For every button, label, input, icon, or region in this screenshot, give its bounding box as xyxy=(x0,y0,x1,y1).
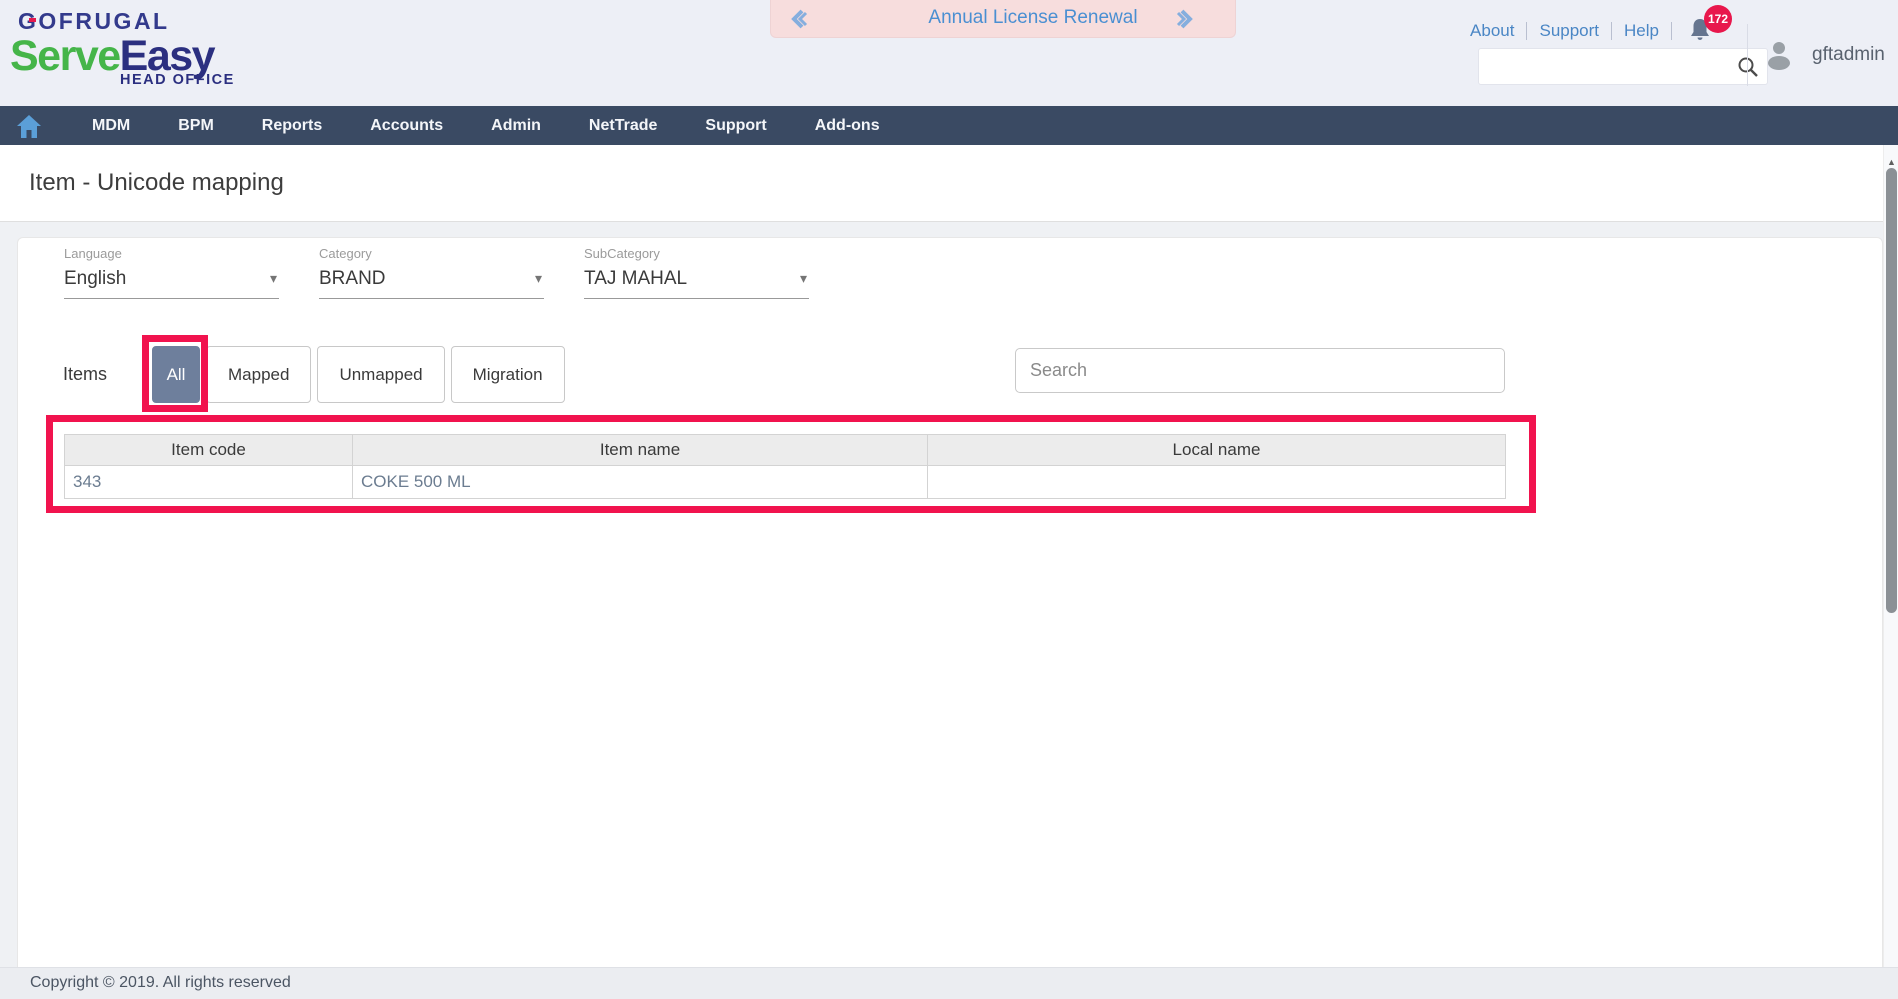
notifications-button[interactable]: 172 xyxy=(1688,5,1732,45)
home-icon[interactable] xyxy=(16,113,42,139)
brand-name: GOFRUGAL xyxy=(18,8,170,34)
nav-item-nettrade[interactable]: NetTrade xyxy=(565,106,681,145)
tab-mapped[interactable]: Mapped xyxy=(206,346,312,403)
nav-item-support[interactable]: Support xyxy=(681,106,790,145)
column-header-local-name[interactable]: Local name xyxy=(927,434,1506,466)
subcategory-value: TAJ MAHAL xyxy=(584,268,688,289)
header-links: About Support Help 172 xyxy=(1470,5,1732,45)
tab-migration[interactable]: Migration xyxy=(450,346,565,403)
user-menu[interactable]: gftadmin xyxy=(1762,38,1885,72)
tab-all[interactable]: All xyxy=(152,346,201,403)
logo-tagline: HEAD OFFICE xyxy=(120,72,235,88)
page-title: Item - Unicode mapping xyxy=(29,169,284,196)
nav-item-reports[interactable]: Reports xyxy=(238,106,346,145)
username-label: gftadmin xyxy=(1812,44,1885,65)
table-header-row: Item code Item name Local name xyxy=(64,434,1506,466)
items-tab-group: All Mapped Unmapped Migration xyxy=(142,335,565,412)
subcategory-dropdown[interactable]: SubCategory TAJ MAHAL ▾ xyxy=(584,246,809,299)
subcategory-label: SubCategory xyxy=(584,246,660,261)
items-label: Items xyxy=(63,364,108,384)
items-tabs-row: Items All Mapped Unmapped Migration xyxy=(63,335,565,412)
link-separator xyxy=(1611,22,1613,40)
column-header-item-code[interactable]: Item code xyxy=(64,434,353,466)
link-separator xyxy=(1671,22,1672,40)
header-divider xyxy=(1747,24,1748,86)
banner-next-icon[interactable] xyxy=(1175,8,1195,30)
cell-item-name: COKE 500 ML xyxy=(352,465,928,499)
page-title-bar: Item - Unicode mapping xyxy=(0,145,1898,222)
about-link[interactable]: About xyxy=(1470,21,1514,41)
language-value: English xyxy=(64,268,127,289)
nav-item-bpm[interactable]: BPM xyxy=(154,106,238,145)
banner-text: Annual License Renewal xyxy=(928,7,1138,28)
brand-logo-text: GOFRUGAL xyxy=(18,8,170,35)
header-search-box xyxy=(1478,48,1768,85)
footer-bar: Copyright © 2019. All rights reserved xyxy=(0,967,1898,999)
notification-count-badge: 172 xyxy=(1704,5,1732,33)
category-dropdown[interactable]: Category BRAND ▾ xyxy=(319,246,544,299)
tab-unmapped[interactable]: Unmapped xyxy=(317,346,445,403)
category-label: Category xyxy=(319,246,372,261)
content-area: Language English ▾ Category BRAND ▾ SubC… xyxy=(0,222,1898,967)
product-logo-text: ServeEasy xyxy=(10,32,235,80)
nav-item-mdm[interactable]: MDM xyxy=(68,106,154,145)
brand-logo: GOFRUGAL ServeEasy HEAD OFFICE xyxy=(10,8,235,88)
brand-g-accent xyxy=(29,18,36,22)
language-label: Language xyxy=(64,246,122,261)
avatar-icon xyxy=(1768,42,1790,70)
vertical-scrollbar[interactable]: ▲ xyxy=(1883,145,1898,967)
license-renewal-banner: Annual License Renewal xyxy=(770,0,1236,38)
scrollbar-thumb[interactable] xyxy=(1886,168,1897,613)
cell-item-code: 343 xyxy=(64,465,353,499)
table-row[interactable]: 343 COKE 500 ML xyxy=(64,465,1506,499)
items-search-input[interactable] xyxy=(1016,349,1504,392)
scroll-up-icon[interactable]: ▲ xyxy=(1884,157,1898,167)
app-window: GOFRUGAL ServeEasy HEAD OFFICE Annual Li… xyxy=(0,0,1898,999)
support-link[interactable]: Support xyxy=(1539,21,1599,41)
main-navbar: MDM BPM Reports Accounts Admin NetTrade … xyxy=(0,106,1898,145)
product-name-part1: Serve xyxy=(10,32,121,80)
items-table: Item code Item name Local name 343 COKE … xyxy=(64,434,1506,499)
items-search-box xyxy=(1015,348,1505,393)
top-header: GOFRUGAL ServeEasy HEAD OFFICE Annual Li… xyxy=(0,0,1898,106)
search-icon[interactable] xyxy=(1737,56,1759,78)
help-link[interactable]: Help xyxy=(1624,21,1659,41)
language-dropdown[interactable]: Language English ▾ xyxy=(64,246,279,299)
nav-item-addons[interactable]: Add-ons xyxy=(791,106,904,145)
cell-local-name[interactable] xyxy=(927,465,1506,499)
link-separator xyxy=(1526,22,1528,40)
chevron-down-icon: ▾ xyxy=(269,270,277,286)
content-card: Language English ▾ Category BRAND ▾ SubC… xyxy=(17,237,1883,967)
nav-item-admin[interactable]: Admin xyxy=(467,106,565,145)
column-header-item-name[interactable]: Item name xyxy=(352,434,928,466)
copyright-text: Copyright © 2019. All rights reserved xyxy=(30,974,291,991)
nav-item-accounts[interactable]: Accounts xyxy=(346,106,467,145)
filter-row: Language English ▾ Category BRAND ▾ SubC… xyxy=(64,246,849,299)
chevron-down-icon: ▾ xyxy=(534,270,542,286)
chevron-down-icon: ▾ xyxy=(799,270,807,286)
header-search-input[interactable] xyxy=(1489,49,1729,84)
category-value: BRAND xyxy=(319,268,386,289)
